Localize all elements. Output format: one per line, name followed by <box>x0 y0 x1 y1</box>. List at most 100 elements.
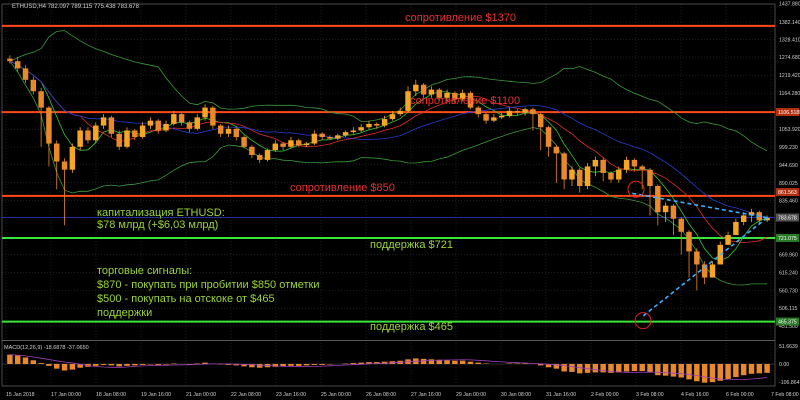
chart-background <box>0 0 800 400</box>
candle-body <box>233 128 240 138</box>
price-tick-label: 1053.920 <box>779 127 800 133</box>
label-signal-3: поддержки <box>97 307 152 319</box>
candle-body <box>475 107 482 115</box>
label-resistance-850: сопротивление $850 <box>290 182 395 194</box>
candle-body <box>7 58 13 62</box>
candle-body <box>22 68 29 80</box>
price-tick-label: 1437.880 <box>779 2 800 8</box>
candle-body <box>210 107 216 126</box>
candle-body <box>272 143 279 151</box>
candle-body <box>171 114 177 124</box>
candle-body <box>670 205 677 219</box>
candle-body <box>311 133 318 144</box>
candle-body <box>264 150 271 160</box>
candle-body <box>288 140 294 147</box>
candle-body <box>428 89 435 95</box>
candle-body <box>569 169 575 180</box>
price-tick-label: 890.025 <box>779 181 798 187</box>
candle-body <box>225 128 232 134</box>
time-tick-label: 17 Jan 00:00 <box>51 392 81 398</box>
candle-body <box>662 205 669 213</box>
price-tick-label: 999.230 <box>779 145 798 151</box>
price-tick-label: 560.730 <box>779 288 798 294</box>
macd-label: MACD(12,26,9) -18.6878 -37.0650 <box>4 345 89 351</box>
candle-body <box>46 107 52 144</box>
macd-tick-label: -106.8647 <box>779 380 800 386</box>
candle-body <box>124 130 130 147</box>
candle-body <box>155 120 161 131</box>
candle-body <box>327 137 333 139</box>
candle-body <box>280 143 286 147</box>
label-resistance-1370: сопротивление $1370 <box>405 12 516 24</box>
candle-body <box>616 169 622 180</box>
candle-body <box>733 221 739 236</box>
macd-tick-label: 51.6639 <box>779 344 798 350</box>
candle-body <box>389 114 396 120</box>
candle-body <box>69 146 76 170</box>
candle-body <box>249 146 255 155</box>
candle-body <box>623 159 630 170</box>
candle-body <box>514 110 521 113</box>
candle-body <box>30 79 37 92</box>
price-tick-label: 944.690 <box>779 163 798 169</box>
label-signal-1: $870 - покупать при пробитии $850 отметк… <box>97 279 319 291</box>
candle-body <box>725 235 731 245</box>
time-tick-label: 2 Feb 00:00 <box>591 392 619 398</box>
candle-body <box>147 120 154 126</box>
candle-body <box>374 123 380 126</box>
time-tick-label: 15 Jan 2018 <box>6 392 35 398</box>
candle-body <box>600 159 606 173</box>
candle-body <box>537 114 544 128</box>
candle-body <box>77 130 83 147</box>
label-capitalization: капитализация ETHUSD: <box>97 207 225 219</box>
label-support-465: поддержка $465 <box>370 321 453 333</box>
candle-body <box>694 251 700 265</box>
price-tick-label: 835.460 <box>779 199 798 205</box>
candle-body <box>132 130 138 138</box>
candle-body <box>709 264 716 278</box>
candle-body <box>194 117 200 129</box>
candle-body <box>678 218 684 232</box>
label-capitalization-value: $78 млрд (+$6,03 млрд) <box>97 219 218 231</box>
candle-body <box>686 231 692 252</box>
label-support-721: поддержка $721 <box>370 239 453 251</box>
time-tick-label: 26 Jan 08:00 <box>366 392 396 398</box>
candle-body <box>241 137 247 147</box>
price-tick-label: 506.115 <box>779 306 797 312</box>
candle-body <box>116 133 122 147</box>
price-chart[interactable]: 1437.880 1382.140 1328.410 1274.680 1219.420… <box>0 0 800 400</box>
candle-body <box>295 140 302 146</box>
candle-body <box>491 117 497 121</box>
candle-body <box>335 135 341 139</box>
candle-body <box>303 143 310 146</box>
time-tick-label: 4 Feb 16:00 <box>681 392 709 398</box>
candle-body <box>413 84 419 92</box>
time-tick-label: 30 Jan 08:00 <box>501 392 531 398</box>
candle-body <box>483 114 489 121</box>
candle-body <box>584 166 591 187</box>
candle-body <box>522 109 528 113</box>
candle-body <box>498 115 505 118</box>
candle-body <box>381 119 388 126</box>
candle-body <box>530 109 536 115</box>
candle-body <box>397 110 403 115</box>
candle-body <box>108 117 115 134</box>
candle-body <box>545 127 552 147</box>
time-tick-label: 3 Feb 08:00 <box>636 392 664 398</box>
candle-body <box>366 123 372 128</box>
price-tag-label: 861.563 <box>778 190 797 196</box>
label-resistance-1100: сопротивление $1100 <box>410 95 520 107</box>
time-tick-label: 27 Jan 16:00 <box>411 392 441 398</box>
candle-body <box>608 172 614 180</box>
price-tag-label: 465.375 <box>778 320 797 326</box>
price-tag-label: 721.075 <box>778 236 797 242</box>
price-tick-label: 1164.280 <box>779 91 800 97</box>
time-tick-label: 25 Jan 00:00 <box>321 392 351 398</box>
time-tick-label: 23 Jan 16:00 <box>276 392 306 398</box>
candle-body <box>342 132 349 136</box>
macd-tick-label: 0.00 <box>779 362 789 368</box>
candle-body <box>186 122 193 129</box>
candle-body <box>217 125 224 134</box>
candle-body <box>358 127 364 131</box>
candle-body <box>14 61 21 69</box>
